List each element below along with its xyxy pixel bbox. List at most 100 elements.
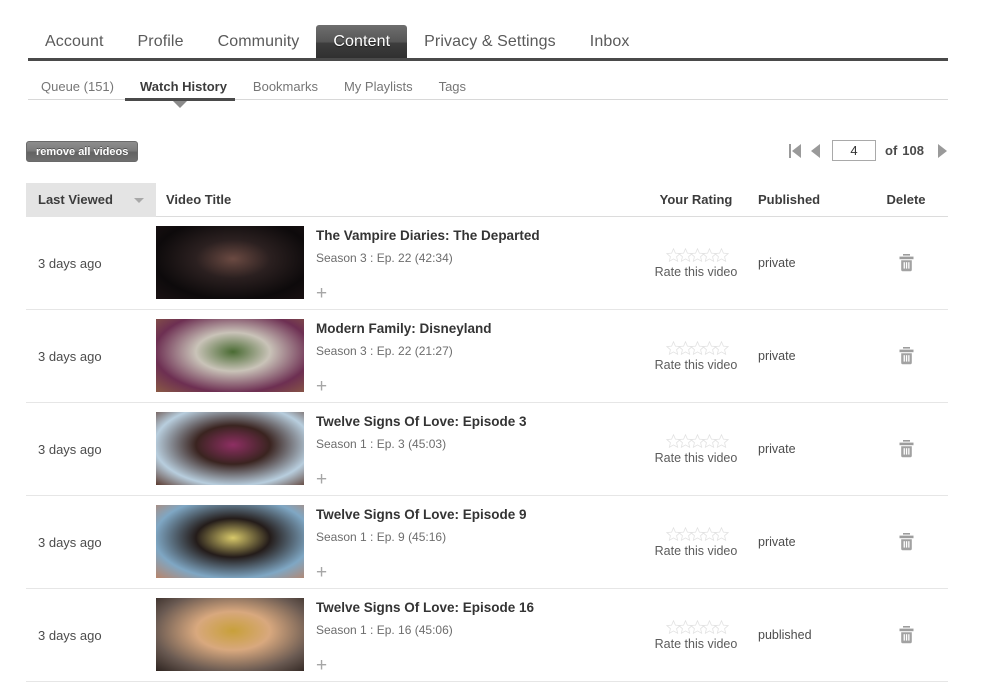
your-rating-cell: Rate this video	[638, 589, 754, 681]
video-thumbnail[interactable]	[156, 505, 304, 578]
star-rating-control[interactable]	[666, 619, 729, 634]
column-header-video-title[interactable]: Video Title	[156, 192, 638, 207]
expand-details-plus-icon[interactable]: +	[316, 284, 327, 303]
rating-star-icon[interactable]	[714, 247, 729, 262]
expand-details-plus-icon[interactable]: +	[316, 470, 327, 489]
video-meta: Twelve Signs Of Love: Episode 16 Season 1…	[304, 598, 638, 675]
video-title-cell: Modern Family: Disneyland Season 3 : Ep. …	[156, 310, 638, 402]
published-cell: private	[754, 403, 864, 495]
rating-star-icon[interactable]	[714, 526, 729, 541]
pagination: of 108	[784, 140, 952, 161]
rating-star-icon[interactable]	[714, 433, 729, 448]
expand-details-plus-icon[interactable]: +	[316, 377, 327, 396]
delete-video-icon[interactable]	[898, 439, 915, 459]
star-rating-control[interactable]	[666, 247, 729, 262]
video-title-link[interactable]: Twelve Signs Of Love: Episode 16	[316, 599, 638, 617]
remove-all-videos-button[interactable]: remove all videos	[26, 141, 139, 162]
primary-nav: Account Profile Community Content Privacy & …	[28, 24, 948, 60]
published-status: private	[758, 349, 796, 363]
delete-cell	[864, 403, 948, 495]
delete-video-icon[interactable]	[898, 253, 915, 273]
published-cell: published	[754, 589, 864, 681]
first-page-icon[interactable]	[784, 143, 806, 158]
rate-this-video-label[interactable]: Rate this video	[655, 358, 738, 372]
subnav-item-queue-151[interactable]: Queue (151)	[28, 78, 127, 96]
rating-star-icon[interactable]	[714, 619, 729, 634]
star-rating-control[interactable]	[666, 340, 729, 355]
video-title-cell: Twelve Signs Of Love: Episode 16 Season 1…	[156, 589, 638, 681]
column-header-published-label: Published	[758, 192, 821, 207]
rate-this-video-label[interactable]: Rate this video	[655, 544, 738, 558]
watch-history-page: Account Profile Community Content Privacy & …	[0, 0, 1004, 682]
video-episode-info: Season 1 : Ep. 9 (45:16)	[316, 530, 447, 544]
topnav-item-profile[interactable]: Profile	[121, 25, 201, 60]
video-title-cell: The Vampire Diaries: The Departed Season …	[156, 217, 638, 309]
video-episode-info: Season 3 : Ep. 22 (21:27)	[316, 344, 453, 358]
video-title-link[interactable]: Modern Family: Disneyland	[316, 320, 638, 338]
published-status: published	[758, 628, 812, 642]
delete-video-icon[interactable]	[898, 346, 915, 366]
last-viewed-value: 3 days ago	[38, 534, 102, 550]
published-cell: private	[754, 217, 864, 309]
published-status: private	[758, 256, 796, 270]
remove-all-videos-label: remove all videos	[36, 145, 129, 158]
delete-cell	[864, 217, 948, 309]
video-title-link[interactable]: The Vampire Diaries: The Departed	[316, 227, 638, 245]
topnav-item-account[interactable]: Account	[28, 25, 121, 60]
subnav-item-bookmarks[interactable]: Bookmarks	[240, 78, 331, 96]
column-header-video-title-label: Video Title	[166, 192, 232, 207]
column-header-your-rating[interactable]: Your Rating	[638, 192, 754, 207]
expand-details-plus-icon[interactable]: +	[316, 656, 327, 675]
subnav-item-tags[interactable]: Tags	[426, 78, 479, 96]
topnav-item-inbox[interactable]: Inbox	[573, 25, 647, 60]
rate-this-video-label[interactable]: Rate this video	[655, 637, 738, 651]
video-episode-info: Season 1 : Ep. 3 (45:03)	[316, 437, 447, 451]
topnav-item-privacy-settings[interactable]: Privacy & Settings	[407, 25, 573, 60]
delete-cell	[864, 589, 948, 681]
subnav-item-my-playlists[interactable]: My Playlists	[331, 78, 426, 96]
topnav-item-content[interactable]: Content	[316, 25, 408, 60]
last-viewed-cell: 3 days ago	[26, 310, 156, 402]
published-status: private	[758, 442, 796, 456]
topnav-item-community[interactable]: Community	[201, 25, 317, 60]
column-header-delete-label: Delete	[886, 192, 926, 207]
video-episode-info: Season 1 : Ep. 16 (45:06)	[316, 623, 453, 637]
column-header-delete[interactable]: Delete	[864, 192, 948, 207]
video-thumbnail[interactable]	[156, 412, 304, 485]
secondary-nav: Queue (151) Watch History Bookmarks My Play…	[28, 74, 948, 100]
next-page-icon[interactable]	[933, 143, 952, 158]
page-number-input[interactable]	[832, 140, 877, 161]
video-meta: Twelve Signs Of Love: Episode 3 Season 1 …	[304, 412, 638, 489]
published-status: private	[758, 535, 796, 549]
video-thumbnail[interactable]	[156, 226, 304, 299]
column-header-last-viewed[interactable]: Last Viewed	[26, 182, 156, 217]
last-viewed-cell: 3 days ago	[26, 217, 156, 309]
rating-star-icon[interactable]	[714, 340, 729, 355]
last-viewed-cell: 3 days ago	[26, 589, 156, 681]
previous-page-icon[interactable]	[806, 143, 825, 158]
column-header-last-viewed-label: Last Viewed	[38, 192, 113, 207]
video-title-link[interactable]: Twelve Signs Of Love: Episode 9	[316, 506, 638, 524]
delete-cell	[864, 496, 948, 588]
video-thumbnail[interactable]	[156, 598, 304, 671]
video-title-link[interactable]: Twelve Signs Of Love: Episode 3	[316, 413, 638, 431]
video-title-cell: Twelve Signs Of Love: Episode 9 Season 1 …	[156, 496, 638, 588]
column-header-published[interactable]: Published	[754, 192, 864, 207]
your-rating-cell: Rate this video	[638, 496, 754, 588]
expand-details-plus-icon[interactable]: +	[316, 563, 327, 582]
star-rating-control[interactable]	[666, 433, 729, 448]
rate-this-video-label[interactable]: Rate this video	[655, 451, 738, 465]
last-viewed-value: 3 days ago	[38, 627, 102, 643]
table-header-row: Last Viewed Video Title Your Rating Publ…	[26, 182, 948, 217]
your-rating-cell: Rate this video	[638, 310, 754, 402]
table-row: 3 days ago Twelve Signs Of Love: Episode …	[26, 403, 948, 496]
subnav-item-watch-history[interactable]: Watch History	[127, 78, 240, 96]
table-row: 3 days ago Modern Family: Disneyland Seaso…	[26, 310, 948, 403]
delete-video-icon[interactable]	[898, 532, 915, 552]
star-rating-control[interactable]	[666, 526, 729, 541]
delete-video-icon[interactable]	[898, 625, 915, 645]
rate-this-video-label[interactable]: Rate this video	[655, 265, 738, 279]
sort-descending-icon[interactable]	[134, 197, 144, 203]
table-row: 3 days ago The Vampire Diaries: The Depar…	[26, 217, 948, 310]
video-thumbnail[interactable]	[156, 319, 304, 392]
